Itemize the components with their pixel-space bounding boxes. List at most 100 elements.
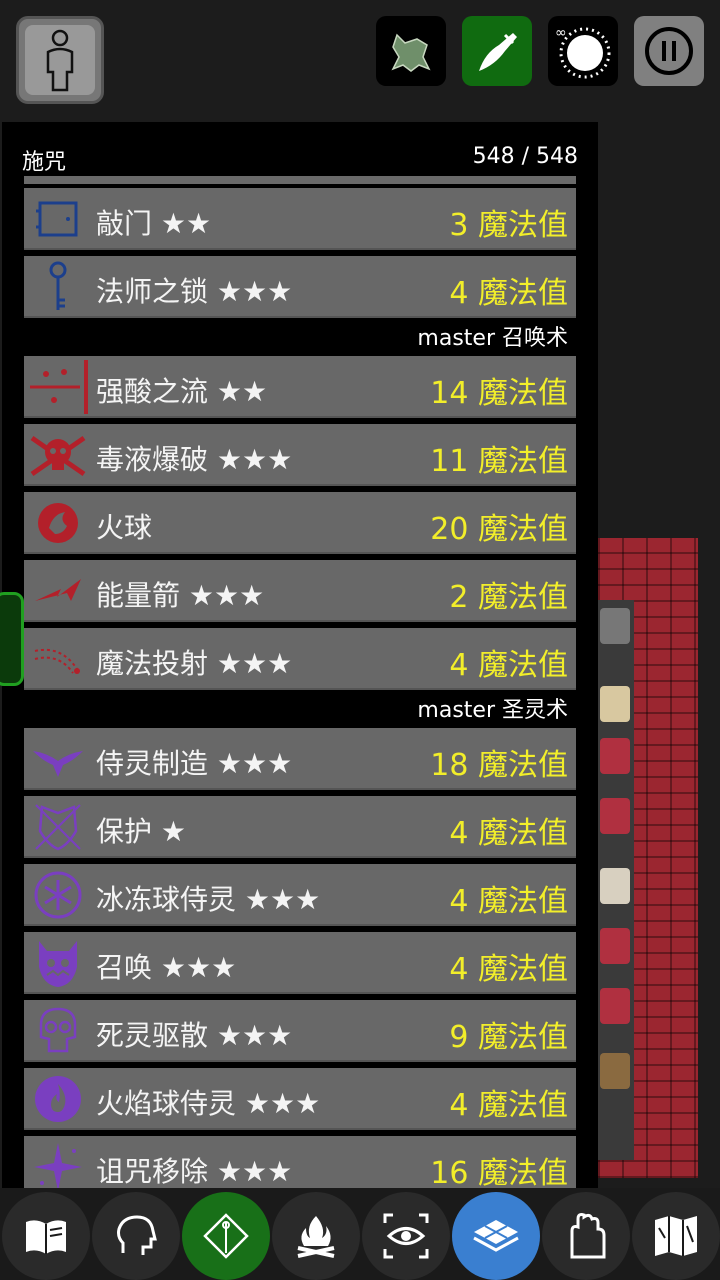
sparkle-icon [28, 1140, 88, 1188]
knight-icon [600, 868, 630, 904]
demon-face-icon [28, 936, 88, 990]
spellbook-button[interactable] [2, 1192, 90, 1280]
spell-row-venom-blast[interactable]: 毒液爆破 ★★★ 11 魔法值 [24, 424, 576, 486]
spell-row-create-familiar[interactable]: 侍灵制造 ★★★ 18 魔法值 [24, 728, 576, 790]
spell-cost: 18 魔法值 [430, 748, 568, 783]
fireball-icon [28, 496, 88, 550]
tile-grid-button[interactable] [452, 1192, 540, 1280]
spell-name: 死灵驱散 ★★★ [96, 1019, 293, 1052]
shield-icon [28, 800, 88, 854]
spell-row-remove-curse[interactable]: 诅咒移除 ★★★ 16 魔法值 [24, 1136, 576, 1188]
spell-name: 保护 ★ [96, 815, 187, 848]
hand-icon [570, 1213, 606, 1259]
spell-cost: 20 魔法值 [430, 512, 568, 547]
svg-text:∞: ∞ [555, 25, 567, 41]
panel-header: 施咒 548 / 548 [22, 144, 578, 175]
pause-button[interactable] [634, 16, 704, 86]
skull-icon [28, 1004, 88, 1058]
spell-cost: 4 魔法值 [449, 816, 568, 851]
person-icon [46, 29, 74, 92]
cast-spell-button[interactable] [182, 1192, 270, 1280]
map-button[interactable] [632, 1192, 720, 1280]
rest-campfire-button[interactable] [272, 1192, 360, 1280]
book-icon [26, 1220, 66, 1254]
spell-row-magic-missile[interactable]: 魔法投射 ★★★ 4 魔法值 [24, 628, 576, 690]
spell-cost: 16 魔法值 [430, 1156, 568, 1188]
spell-cost: 4 魔法值 [449, 952, 568, 987]
spell-cost: 9 魔法值 [449, 1020, 568, 1055]
spell-row-protection[interactable]: 保护 ★ 4 魔法值 [24, 796, 576, 858]
school-header-sorcery: master 圣灵术 [417, 698, 568, 723]
spell-casting-panel: 施咒 548 / 548 敲门 ★★ 3 魔法值 法师之锁 ★★★ 4 魔法值 … [2, 122, 598, 1188]
spell-row-frost-sphere[interactable]: 冰冻球侍灵 ★★★ 4 魔法值 [24, 864, 576, 926]
pause-icon [645, 27, 693, 75]
spell-name: 能量箭 ★★★ [96, 579, 265, 612]
spell-row-fireball[interactable]: 火球 20 魔法值 [24, 492, 576, 554]
magic-missile-icon [28, 632, 88, 686]
skull-crossbones-icon [28, 428, 88, 482]
monster-icon [600, 738, 630, 774]
monster-icon [600, 988, 630, 1024]
lightning-bolt-icon [28, 564, 88, 618]
dungeon-map-view[interactable] [598, 538, 698, 1178]
character-button[interactable] [16, 16, 104, 104]
spell-name: 强酸之流 ★★ [96, 375, 268, 408]
starburst-icon: ∞ [555, 25, 611, 79]
spell-row-wizard-lock[interactable]: 法师之锁 ★★★ 4 魔法值 [24, 256, 576, 318]
acid-stream-icon [28, 360, 88, 414]
familiar-icon [28, 732, 88, 786]
spell-cost: 4 魔法值 [449, 276, 568, 311]
status-effect-creature[interactable] [376, 16, 446, 86]
spell-cost: 3 魔法值 [449, 208, 568, 243]
campfire-icon [297, 1216, 335, 1258]
spell-name: 法师之锁 ★★★ [96, 275, 293, 308]
mana-counter: 548 / 548 [472, 144, 578, 169]
spell-name: 魔法投射 ★★★ [96, 647, 293, 680]
spell-name: 火焰球侍灵 ★★★ [96, 1087, 321, 1120]
creature-icon [391, 33, 431, 72]
side-drawer-handle[interactable] [0, 592, 24, 686]
spell-cost: 14 魔法值 [430, 376, 568, 411]
spell-cost: 4 魔法值 [449, 1088, 568, 1123]
flame-icon [28, 1072, 88, 1126]
spell-row-force-bolt[interactable]: 能量箭 ★★★ 2 魔法值 [24, 560, 576, 622]
spell-name: 冰冻球侍灵 ★★★ [96, 883, 321, 916]
spell-row-acid-stream[interactable]: 强酸之流 ★★ 14 魔法值 [24, 356, 576, 418]
isometric-grid-icon [473, 1220, 519, 1252]
spell-name: 毒液爆破 ★★★ [96, 443, 293, 476]
spell-name: 召唤 ★★★ [96, 951, 237, 984]
monster-icon [600, 928, 630, 964]
spell-cost: 2 魔法值 [449, 580, 568, 615]
snowflake-icon [28, 868, 88, 922]
skeleton-icon [600, 686, 630, 722]
list-top-edge [24, 176, 576, 184]
wand-rune-icon [203, 1213, 249, 1259]
bottom-action-bar [0, 1188, 720, 1280]
spell-row-dispel-undead[interactable]: 死灵驱散 ★★★ 9 魔法值 [24, 1000, 576, 1062]
head-button[interactable] [92, 1192, 180, 1280]
status-effect-dagger[interactable] [462, 16, 532, 86]
panel-title: 施咒 [22, 150, 67, 175]
inventory-button[interactable] [542, 1192, 630, 1280]
spell-name: 诅咒移除 ★★★ [96, 1155, 293, 1188]
spell-cost: 4 魔法值 [449, 884, 568, 919]
spell-name: 侍灵制造 ★★★ [96, 747, 293, 780]
spell-row-flame-sphere[interactable]: 火焰球侍灵 ★★★ 4 魔法值 [24, 1068, 576, 1130]
eye-expand-icon [383, 1213, 429, 1259]
spell-name: 火球 [96, 511, 153, 544]
map-icon [655, 1216, 697, 1256]
status-effect-burst[interactable]: ∞ [548, 16, 618, 86]
spell-row-summon[interactable]: 召唤 ★★★ 4 魔法值 [24, 932, 576, 994]
monster-icon [600, 798, 630, 834]
spell-cost: 4 魔法值 [449, 648, 568, 683]
school-header-conjuration: master 召唤术 [417, 326, 568, 351]
spell-name: 敲门 ★★ [96, 207, 212, 240]
dagger-icon [479, 33, 517, 71]
warrior-icon [600, 1053, 630, 1089]
head-icon [117, 1215, 157, 1255]
spell-list[interactable]: 敲门 ★★ 3 魔法值 法师之锁 ★★★ 4 魔法值 master 召唤术 强酸… [24, 176, 576, 1188]
spell-row-knock[interactable]: 敲门 ★★ 3 魔法值 [24, 188, 576, 250]
door-icon [28, 192, 88, 246]
look-around-button[interactable] [362, 1192, 450, 1280]
spell-cost: 11 魔法值 [430, 444, 568, 479]
